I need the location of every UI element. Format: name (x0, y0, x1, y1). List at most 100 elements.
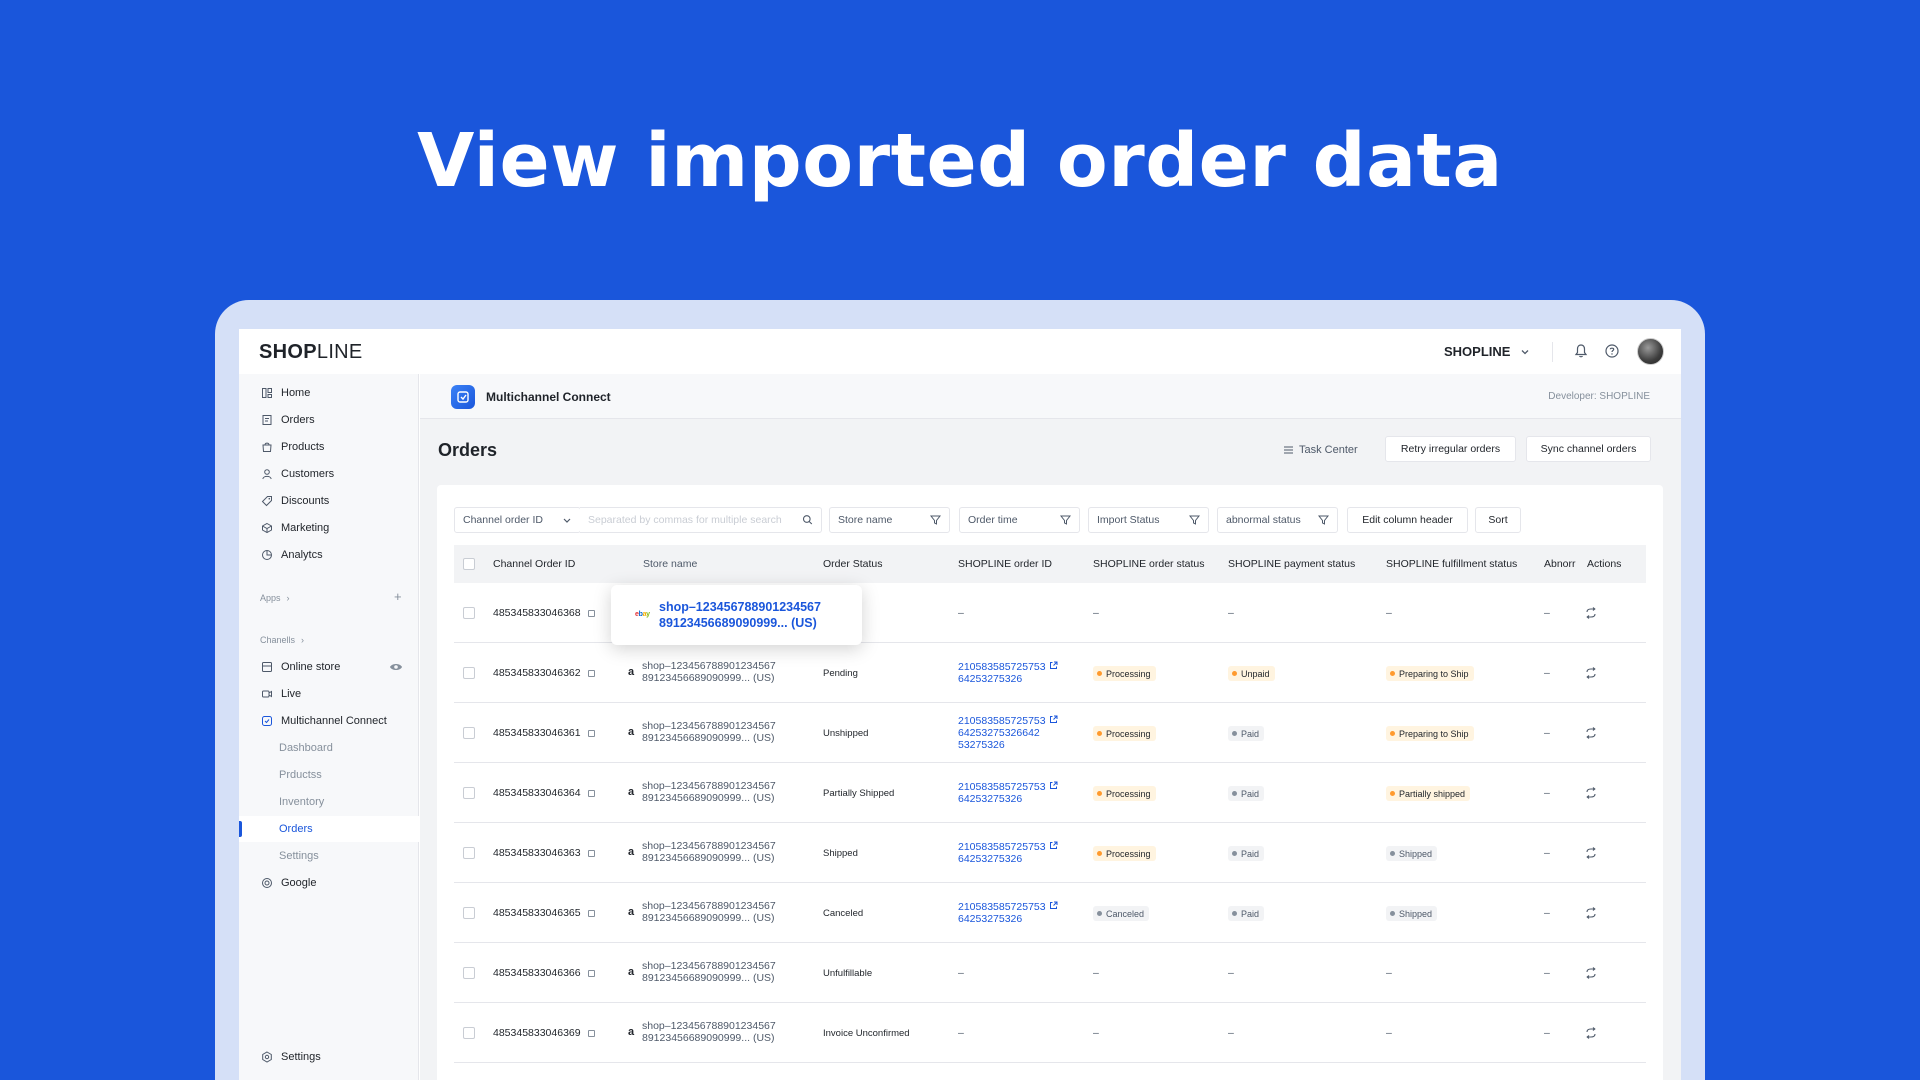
sync-icon[interactable] (1585, 606, 1597, 624)
store-name-cell[interactable]: shop–123456788901234567 89123456689090999… (642, 900, 776, 924)
sync-icon[interactable] (1585, 786, 1597, 804)
shopline-order-id-link[interactable]: 210583585725753 64253275326 (958, 781, 1058, 805)
store-switcher[interactable]: SHOPLINE (1444, 344, 1530, 359)
table-row[interactable]: 485345833046361 a shop–123456788901234567 8… (454, 703, 1646, 763)
row-checkbox[interactable] (463, 787, 475, 799)
sidebar-item-analytics[interactable]: Analytcs (239, 542, 419, 568)
store-name-cell[interactable]: shop–123456788901234567 89123456689090999… (642, 960, 776, 984)
abnormal-status-filter[interactable]: abnormal status (1217, 507, 1338, 533)
channel-order-id[interactable]: 485345833046366 (493, 967, 595, 979)
table-row[interactable]: 485345833046362 a shop–123456788901234567 8… (454, 643, 1646, 703)
table-row[interactable]: 485345833046365 a shop–123456788901234567 8… (454, 883, 1646, 943)
retry-irregular-orders-button[interactable]: Retry irregular orders (1385, 436, 1516, 462)
sidebar-item-settings[interactable]: Settings (239, 1044, 419, 1070)
external-link-icon[interactable] (1046, 781, 1058, 793)
row-checkbox[interactable] (463, 907, 475, 919)
copy-icon[interactable] (587, 609, 595, 617)
add-app-icon[interactable]: + (394, 589, 402, 604)
copy-icon[interactable] (587, 1029, 595, 1037)
row-checkbox[interactable] (463, 967, 475, 979)
channel-order-id[interactable]: 485345833046363 (493, 847, 595, 859)
copy-icon[interactable] (587, 789, 595, 797)
sidebar-item-google[interactable]: Google (239, 870, 419, 896)
channel-order-id[interactable]: 485345833046362 (493, 667, 595, 679)
row-checkbox[interactable] (463, 667, 475, 679)
col-shopline-payment-status[interactable]: SHOPLINE payment status (1228, 558, 1355, 570)
sidebar-item-home[interactable]: Home (239, 380, 419, 406)
sync-channel-orders-button[interactable]: Sync channel orders (1526, 436, 1651, 462)
col-shopline-order-status[interactable]: SHOPLINE order status (1093, 558, 1204, 570)
col-abnormal[interactable]: Abnorr (1544, 558, 1578, 570)
sort-button[interactable]: Sort (1475, 507, 1521, 533)
external-link-icon[interactable] (1046, 715, 1058, 727)
shopline-order-id-link[interactable]: 210583585725753 64253275326 (958, 901, 1058, 925)
table-row[interactable]: 485345833046369 a shop–123456788901234567 8… (454, 1003, 1646, 1063)
select-all-checkbox[interactable] (463, 558, 475, 570)
channel-id-select[interactable]: Channel order ID (454, 507, 581, 533)
store-name-cell[interactable]: shop–123456788901234567 89123456689090999… (642, 660, 776, 684)
sync-icon[interactable] (1585, 906, 1597, 924)
col-shopline-order-id[interactable]: SHOPLINE order ID (958, 558, 1052, 570)
help-icon[interactable] (1603, 342, 1621, 360)
sidebar-item-multichannel-connect[interactable]: Multichannel Connect (239, 708, 419, 734)
sidebar-item-live[interactable]: Live (239, 681, 419, 707)
row-checkbox[interactable] (463, 847, 475, 859)
table-row[interactable]: 485345833046364 a shop–123456788901234567 8… (454, 763, 1646, 823)
search-input[interactable]: Separated by commas for multiple search (580, 507, 822, 533)
popover-store-name[interactable]: shop–123456788901234567 89123456689090999… (659, 599, 821, 631)
copy-icon[interactable] (587, 849, 595, 857)
bell-icon[interactable] (1572, 342, 1590, 360)
store-name-cell[interactable]: shop–123456788901234567 89123456689090999… (642, 780, 776, 804)
row-checkbox[interactable] (463, 1027, 475, 1039)
store-name-cell[interactable]: shop–123456788901234567 89123456689090999… (642, 720, 776, 744)
external-link-icon[interactable] (1046, 661, 1058, 673)
channel-order-id[interactable]: 485345833046368 (493, 607, 595, 619)
col-shopline-fulfillment-status[interactable]: SHOPLINE fulfillment status (1386, 558, 1517, 570)
sidebar-sub-products[interactable]: Prductss (239, 762, 419, 788)
sidebar-item-products[interactable]: Products (239, 434, 419, 460)
sidebar-sub-orders[interactable]: Orders (239, 816, 419, 842)
edit-column-header-button[interactable]: Edit column header (1347, 507, 1468, 533)
store-name-cell[interactable]: shop–123456788901234567 89123456689090999… (642, 840, 776, 864)
sidebar-item-discounts[interactable]: Discounts (239, 488, 419, 514)
copy-icon[interactable] (587, 969, 595, 977)
copy-icon[interactable] (587, 909, 595, 917)
channel-order-id[interactable]: 485345833046361 (493, 727, 595, 739)
sidebar-sub-dashboard[interactable]: Dashboard (239, 735, 419, 761)
table-row[interactable]: 485345833046363 a shop–123456788901234567 8… (454, 823, 1646, 883)
sync-icon[interactable] (1585, 846, 1597, 864)
copy-icon[interactable] (587, 669, 595, 677)
copy-icon[interactable] (587, 729, 595, 737)
col-channel-order-id[interactable]: Channel Order ID (493, 558, 575, 570)
external-link-icon[interactable] (1046, 841, 1058, 853)
external-link-icon[interactable] (1046, 901, 1058, 913)
sync-icon[interactable] (1585, 726, 1597, 744)
sidebar-item-orders[interactable]: Orders (239, 407, 419, 433)
channel-order-id[interactable]: 485345833046365 (493, 907, 595, 919)
order-time-filter[interactable]: Order time (959, 507, 1080, 533)
row-checkbox[interactable] (463, 727, 475, 739)
col-store-name[interactable]: Store name (643, 558, 697, 570)
shopline-order-id-link[interactable]: 210583585725753 64253275326642 53275326 (958, 715, 1058, 751)
sidebar-item-customers[interactable]: Customers (239, 461, 419, 487)
sync-icon[interactable] (1585, 966, 1597, 984)
sync-icon[interactable] (1585, 1026, 1597, 1044)
task-center-button[interactable]: Task Center (1283, 444, 1358, 456)
shopline-logo[interactable]: SHOPLINE (259, 341, 363, 364)
table-row[interactable]: 485345833046366 a shop–123456788901234567 8… (454, 943, 1646, 1003)
sidebar-sub-settings[interactable]: Settings (239, 843, 419, 869)
store-name-cell[interactable]: shop–123456788901234567 89123456689090999… (642, 1020, 776, 1044)
sync-icon[interactable] (1585, 666, 1597, 684)
channel-order-id[interactable]: 485345833046369 (493, 1027, 595, 1039)
import-status-filter[interactable]: Import Status (1088, 507, 1209, 533)
sidebar-item-marketing[interactable]: Marketing (239, 515, 419, 541)
eye-icon[interactable] (389, 661, 403, 673)
sidebar-sub-inventory[interactable]: Inventory (239, 789, 419, 815)
row-checkbox[interactable] (463, 607, 475, 619)
channel-order-id[interactable]: 485345833046364 (493, 787, 595, 799)
shopline-order-id-link[interactable]: 210583585725753 64253275326 (958, 841, 1058, 865)
col-order-status[interactable]: Order Status (823, 558, 883, 570)
channels-section[interactable]: Chanells › (260, 635, 304, 645)
store-name-filter[interactable]: Store name (829, 507, 950, 533)
apps-section[interactable]: Apps › (260, 593, 290, 603)
